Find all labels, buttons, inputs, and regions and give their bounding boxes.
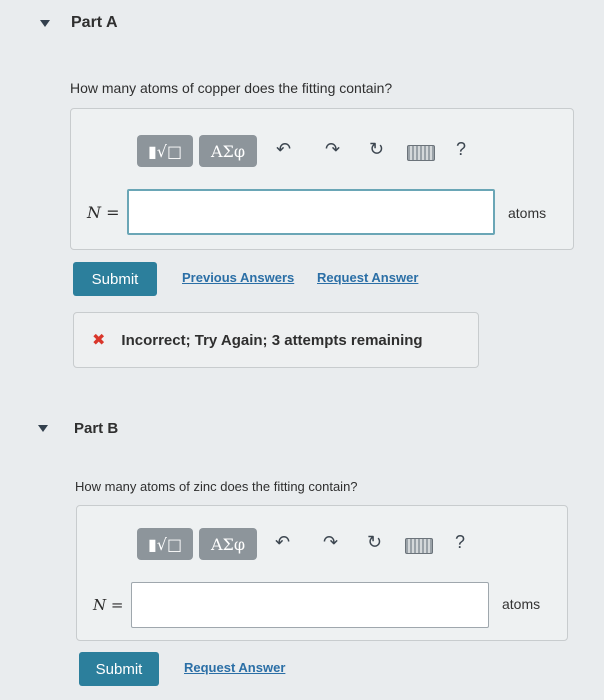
part-b-header[interactable]: Part B: [38, 420, 118, 437]
part-b-request-answer-link[interactable]: Request Answer: [184, 660, 285, 675]
keyboard-icon[interactable]: [407, 145, 435, 161]
error-x-icon: ✖: [92, 332, 106, 349]
part-a-header[interactable]: Part A: [40, 14, 118, 32]
reset-icon[interactable]: ↻: [369, 139, 384, 160]
collapse-triangle-icon[interactable]: [40, 19, 50, 27]
keyboard-icon[interactable]: [405, 538, 433, 554]
part-a-feedback-box: ✖ Incorrect; Try Again; 3 attempts remai…: [73, 312, 479, 368]
redo-icon[interactable]: ↷: [325, 139, 340, 160]
greek-symbols-button[interactable]: ΑΣφ: [199, 135, 257, 167]
previous-answers-link[interactable]: Previous Answers: [182, 270, 294, 285]
templates-button[interactable]: ▮√□: [137, 528, 193, 560]
part-a-request-answer-link[interactable]: Request Answer: [317, 270, 418, 285]
part-b-variable-label: N =: [93, 596, 124, 614]
part-a-question: How many atoms of copper does the fittin…: [70, 80, 393, 96]
part-a-answer-input[interactable]: [127, 189, 495, 235]
part-b-answer-box: ▮√□ ΑΣφ ↶ ↷ ↻ ? N = atoms: [76, 505, 568, 641]
part-b-question: How many atoms of zinc does the fitting …: [75, 479, 358, 494]
part-b-submit-button[interactable]: Submit: [79, 652, 159, 686]
templates-button[interactable]: ▮√□: [137, 135, 193, 167]
help-icon[interactable]: ?: [455, 532, 465, 553]
part-b-answer-input[interactable]: [131, 582, 489, 628]
part-b-math-toolbar: ▮√□ ΑΣφ: [137, 528, 257, 560]
part-a-variable-label: N =: [87, 203, 120, 222]
part-a-submit-button[interactable]: Submit: [73, 262, 157, 296]
collapse-triangle-icon[interactable]: [38, 425, 48, 432]
greek-symbols-button[interactable]: ΑΣφ: [199, 528, 257, 560]
part-b-title: Part B: [74, 420, 119, 437]
reset-icon[interactable]: ↻: [367, 532, 382, 553]
help-icon[interactable]: ?: [456, 139, 466, 160]
redo-icon[interactable]: ↷: [323, 532, 338, 553]
undo-icon[interactable]: ↶: [276, 139, 291, 160]
feedback-text: Incorrect; Try Again; 3 attempts remaini…: [121, 331, 423, 349]
part-b-unit-label: atoms: [502, 596, 541, 612]
part-a-math-toolbar: ▮√□ ΑΣφ: [137, 135, 257, 167]
undo-icon[interactable]: ↶: [275, 532, 290, 553]
part-a-answer-box: ▮√□ ΑΣφ ↶ ↷ ↻ ? N = atoms: [70, 108, 574, 250]
part-a-title: Part A: [71, 14, 118, 31]
part-a-unit-label: atoms: [508, 205, 547, 221]
